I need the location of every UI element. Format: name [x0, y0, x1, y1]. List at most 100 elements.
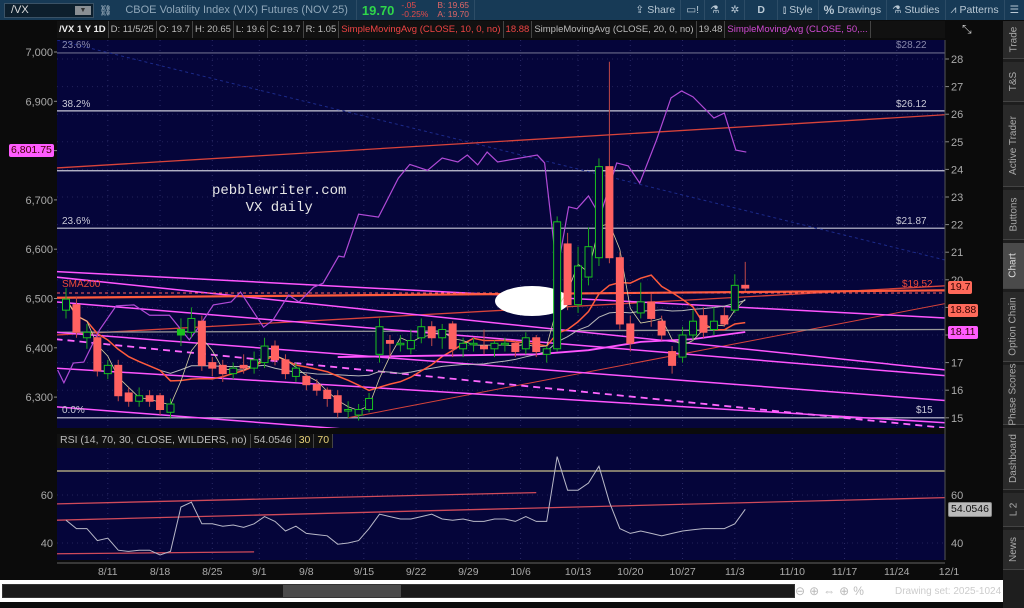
candle-body	[239, 364, 248, 369]
studies-button[interactable]: ⚗ Studies	[887, 0, 946, 20]
candle-body	[82, 331, 91, 339]
right-axis-label: 17	[951, 358, 963, 370]
candle-body	[72, 304, 81, 333]
x-axis-label: 9/22	[406, 566, 427, 578]
header-range: R: 1.05	[304, 21, 340, 38]
side-tab-dashboard[interactable]: Dashboard	[1003, 428, 1024, 490]
fib-236-pct: 23.6%	[62, 216, 91, 227]
pan-icon[interactable]: ⇔	[823, 584, 835, 598]
x-axis-label: 9/1	[252, 566, 267, 578]
rsi-value-tag: 54.0546	[948, 502, 992, 517]
x-axis-label: 9/8	[299, 566, 314, 578]
candle-body	[396, 342, 405, 346]
menu-button[interactable]: ☰	[1005, 0, 1024, 20]
left-axis-label: 6,700	[25, 195, 53, 207]
link-icon[interactable]: ⛓	[94, 0, 117, 20]
symbol-dropdown-icon[interactable]: ▼	[75, 5, 91, 15]
alert-button[interactable]: ▭!	[681, 0, 706, 20]
candle-body	[459, 342, 468, 350]
zoom-controls: ⊖ ⊕ ⇔ ⊕ %	[795, 584, 864, 598]
symbol-description: CBOE Volatility Index (VIX) Futures (NOV…	[117, 0, 357, 20]
scrollbar-thumb[interactable]	[283, 585, 401, 597]
quote: 19.70 -.05 -0.25% B: 19.65 A: 19.70	[357, 0, 476, 20]
percent-icon[interactable]: %	[853, 584, 864, 598]
chart-canvas[interactable]: 8/11 8/18 8/25 9/1 9/8 9/15 9/22 9/29 10/6 10/13 1…	[0, 0, 1024, 608]
x-axis-label: 9/29	[458, 566, 479, 578]
side-tab-option-chain[interactable]: Option Chain	[1003, 292, 1024, 362]
timeframe-button[interactable]: D	[745, 0, 778, 20]
rsi-study-label[interactable]: RSI (14, 70, 30, CLOSE, WILDERS, no)	[57, 434, 251, 448]
candle-body	[720, 315, 729, 325]
header-open: O: 19.7	[157, 21, 193, 38]
flask-button[interactable]: ⚗	[705, 0, 726, 20]
toolbar: /VX ▼ ⛓ CBOE Volatility Index (VIX) Futur…	[0, 0, 1024, 20]
sma10-study-label[interactable]: SimpleMovingAvg (CLOSE, 10, 0, no)	[339, 21, 504, 38]
candle-body	[145, 395, 154, 402]
candle	[563, 232, 572, 311]
side-tab-l-2[interactable]: L 2	[1003, 493, 1024, 527]
watermark-line1: pebblewriter.com	[212, 183, 347, 199]
header-low: L: 19.6	[234, 21, 268, 38]
x-axis-label: 10/20	[617, 566, 643, 578]
candle-body	[176, 328, 185, 336]
candle-body	[647, 301, 656, 319]
candle-body	[260, 345, 269, 364]
fib-0-pct: 0.0%	[62, 405, 85, 416]
right-axis-label: 23	[951, 192, 963, 204]
side-tab-t-s[interactable]: T&S	[1003, 62, 1024, 102]
sma10-price-tag: 18.88	[948, 304, 979, 317]
sma10-value: 18.88	[504, 21, 533, 38]
x-axis-label: 10/27	[669, 566, 695, 578]
timeframe-label: D	[757, 4, 765, 16]
candle-body	[636, 301, 645, 314]
x-axis-label: 8/11	[98, 566, 118, 578]
side-tab-trade[interactable]: Trade	[1003, 21, 1024, 59]
candle-body	[166, 403, 175, 413]
candle-body	[574, 265, 583, 306]
right-axis-label: 25	[951, 137, 963, 149]
left-axis-label: 6,500	[25, 294, 53, 306]
fib-382-price: $26.12	[896, 99, 927, 110]
collapse-icon[interactable]: ⤡	[962, 22, 972, 37]
candle-body	[626, 323, 635, 344]
rsi-right-label: 40	[951, 538, 963, 550]
sma50-price-tag: 18.11	[948, 326, 978, 339]
rsi-value: 54.0546	[251, 434, 296, 448]
candle-body	[417, 326, 426, 339]
horizontal-scrollbar[interactable]	[2, 584, 795, 598]
fib-236-price: $21.87	[896, 216, 927, 227]
style-button[interactable]: ⫾ Style	[778, 0, 819, 20]
side-tab-phase-scores[interactable]: Phase Scores	[1003, 363, 1024, 426]
candle-body	[448, 323, 457, 350]
side-tab-news[interactable]: News	[1003, 530, 1024, 570]
side-tab-active-trader[interactable]: Active Trader	[1003, 105, 1024, 187]
candle-body	[553, 221, 562, 350]
zoom-out-icon[interactable]: ⊖	[795, 584, 805, 598]
candle-body	[521, 337, 530, 350]
candle-body	[93, 337, 102, 372]
drawings-label: Drawings	[837, 4, 882, 16]
candle	[615, 252, 624, 330]
drawings-button[interactable]: % Drawings	[819, 0, 888, 20]
sma50-study-label[interactable]: SimpleMovingAvg (CLOSE, 50,...	[725, 21, 871, 38]
watermark-line2: VX daily	[245, 200, 313, 216]
share-button[interactable]: ⇪ Share	[630, 0, 682, 20]
last-price: 19.70	[361, 2, 395, 18]
patterns-button[interactable]: ⩘ Patterns	[946, 0, 1005, 20]
candle-body	[605, 166, 614, 259]
candle-body	[584, 246, 593, 278]
side-tab-chart[interactable]: Chart	[1003, 243, 1024, 289]
candle-body	[135, 395, 144, 402]
pct-change: -0.25%	[401, 9, 429, 19]
candle-body	[197, 320, 206, 366]
crosshair-icon[interactable]: ⊕	[839, 584, 849, 598]
settings-button[interactable]: ✲	[726, 0, 746, 20]
right-axis-label: 28	[951, 54, 963, 66]
zoom-in-icon[interactable]: ⊕	[809, 584, 819, 598]
sma20-study-label[interactable]: SimpleMovingAvg (CLOSE, 20, 0, no)	[532, 21, 697, 38]
fib-0-price: $15	[916, 405, 933, 416]
symbol-input[interactable]: /VX ▼	[4, 2, 94, 18]
side-tab-buttons[interactable]: Buttons	[1003, 190, 1024, 240]
candle-body	[229, 367, 238, 375]
side-tabs: Trade T&S Active Trader Buttons Chart Option …	[1003, 21, 1024, 608]
